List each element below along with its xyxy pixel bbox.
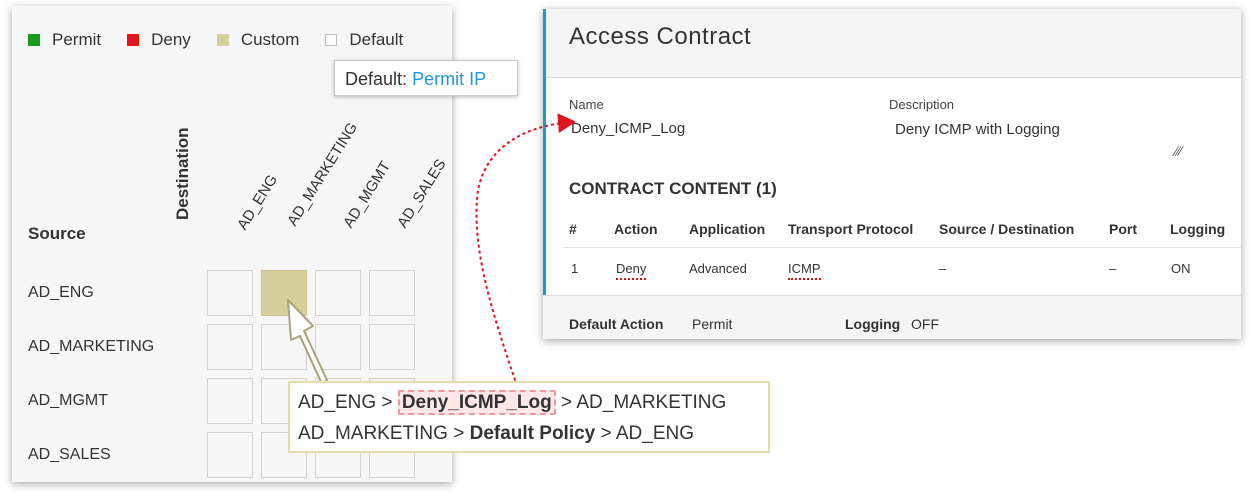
policy-path-callout: AD_ENG > Deny_ICMP_Log > AD_MARKETING AD… [288, 381, 770, 453]
legend-item-deny: Deny [127, 30, 191, 50]
cell-logging: ON [1171, 261, 1191, 276]
resize-grip-icon[interactable]: ∕∕∕ [1175, 143, 1182, 159]
default-policy-badge: Default: Permit IP [334, 60, 518, 96]
panel-header: Access Contract [543, 9, 1241, 78]
panel-accent-bar [543, 9, 546, 339]
description-label: Description [889, 97, 955, 112]
default-swatch-icon [325, 34, 338, 46]
legend-label: Custom [240, 30, 300, 49]
callout-destination: AD_ENG [615, 423, 695, 444]
deny-swatch-icon [127, 34, 140, 46]
column-label-ad-sales: AD_SALES [394, 156, 450, 232]
cell-action-wrap: Deny [616, 261, 647, 280]
cell-source-destination: – [939, 261, 947, 276]
column-header-number: # [569, 221, 577, 237]
cell-application: Advanced [689, 261, 747, 276]
column-label-ad-mgmt: AD_MGMT [340, 158, 395, 232]
column-header-action: Action [614, 221, 658, 237]
callout-source: AD_ENG [298, 392, 377, 413]
matrix-cell-custom[interactable] [261, 270, 307, 316]
contract-content-title: CONTRACT CONTENT (1) [569, 179, 777, 198]
permit-swatch-icon [28, 34, 40, 46]
matrix-cell-default[interactable] [369, 270, 415, 316]
legend-item-permit: Permit [28, 30, 101, 50]
custom-swatch-icon [216, 34, 229, 46]
matrix-cell-default[interactable] [315, 270, 361, 316]
callout-separator: > [561, 392, 573, 413]
destination-axis-label: Destination [173, 127, 192, 220]
cell-protocol-wrap: ICMP [788, 261, 821, 280]
matrix-cell-default[interactable] [315, 324, 361, 370]
callout-separator: > [600, 423, 612, 444]
callout-destination: AD_MARKETING [576, 392, 727, 413]
callout-separator: > [381, 392, 393, 413]
callout-source: AD_MARKETING [298, 423, 448, 444]
source-axis-label: Source [28, 224, 86, 243]
matrix-cell-default[interactable] [369, 324, 415, 370]
matrix-cell-default[interactable] [207, 270, 253, 316]
panel-title: Access Contract [569, 23, 752, 50]
legend-label: Deny [151, 30, 191, 49]
row-label-ad-eng: AD_ENG [28, 284, 94, 301]
callout-separator: > [453, 423, 465, 444]
default-badge-prefix: Default: [345, 69, 408, 89]
row-label-ad-sales: AD_SALES [28, 446, 111, 463]
legend-label: Default [349, 30, 404, 49]
legend-label: Permit [52, 30, 102, 49]
column-header-application: Application [689, 221, 766, 237]
name-label: Name [569, 97, 604, 112]
callout-policy-link[interactable]: Deny_ICMP_Log [397, 390, 556, 415]
column-header-port: Port [1109, 221, 1137, 237]
callout-default-policy[interactable]: Default Policy [470, 423, 596, 444]
column-header-logging: Logging [1170, 221, 1226, 237]
cell-port: – [1109, 261, 1117, 276]
matrix-cell-default[interactable] [207, 324, 253, 370]
legend-item-default: Default [325, 30, 403, 50]
column-header-source-destination: Source / Destination [939, 221, 1075, 237]
logging-label: Logging [845, 316, 901, 332]
access-contract-panel: Access Contract Name Deny_ICMP_Log Descr… [543, 9, 1241, 339]
logging-value[interactable]: OFF [911, 316, 939, 332]
description-field[interactable]: Deny ICMP with Logging [895, 121, 1060, 138]
column-header-transport-protocol: Transport Protocol [788, 221, 914, 237]
matrix-cell-default[interactable] [207, 378, 253, 424]
legend: Permit Deny Custom Default [28, 30, 429, 50]
callout-line-1: AD_ENG > Deny_ICMP_Log > AD_MARKETING [298, 390, 727, 415]
column-label-ad-eng: AD_ENG [234, 171, 282, 234]
contract-footer: Default Action Permit Logging OFF [543, 295, 1241, 339]
default-action-value[interactable]: Permit [692, 316, 732, 332]
cell-transport-protocol: ICMP [788, 261, 821, 280]
row-label-ad-marketing: AD_MARKETING [28, 338, 155, 355]
name-field[interactable]: Deny_ICMP_Log [571, 120, 685, 137]
cell-action: Deny [616, 261, 647, 280]
table-divider [563, 247, 1241, 248]
row-label-ad-mgmt: AD_MGMT [28, 392, 108, 409]
callout-line-2: AD_MARKETING > Default Policy > AD_ENG [298, 423, 694, 445]
cell-number: 1 [571, 261, 579, 276]
matrix-cell-default[interactable] [207, 432, 253, 478]
matrix-cell-default[interactable] [261, 324, 307, 370]
default-badge-value: Permit IP [412, 69, 487, 89]
default-action-label: Default Action [569, 316, 664, 332]
legend-item-custom: Custom [216, 30, 300, 50]
